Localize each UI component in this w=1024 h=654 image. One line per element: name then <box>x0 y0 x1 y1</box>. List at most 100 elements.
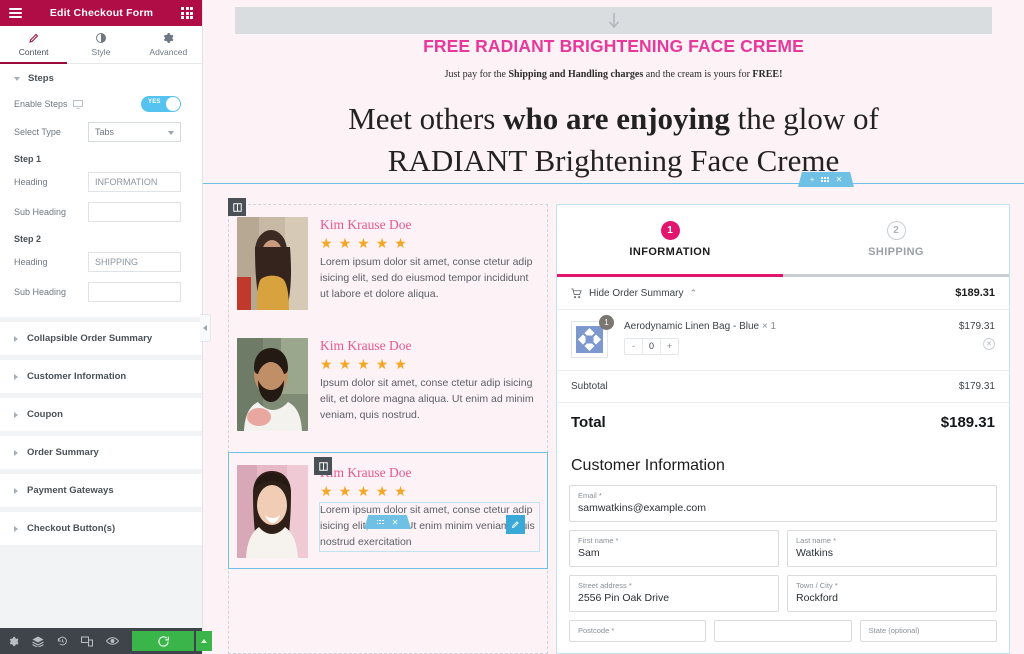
field-value: samwatkins@example.com <box>578 502 706 514</box>
plus-icon[interactable]: + <box>810 175 815 184</box>
control-step1-subheading: Sub Heading <box>0 197 202 227</box>
tab-content[interactable]: Content <box>0 26 68 64</box>
preview-eye-icon[interactable] <box>106 636 119 646</box>
total-row: Total $189.31 <box>557 402 1009 443</box>
star-icon: ★ <box>320 235 333 251</box>
remove-product-button[interactable]: ✕ <box>983 338 995 350</box>
section-order-summary[interactable]: Order Summary <box>0 436 202 469</box>
progress-fill <box>557 274 783 277</box>
checkout-form-widget[interactable]: 1 INFORMATION 2 SHIPPING Hide Order Summ… <box>556 204 1010 654</box>
field-value: 2556 Pin Oak Drive <box>578 592 670 604</box>
checkout-steps-tabs: 1 INFORMATION 2 SHIPPING <box>557 205 1009 274</box>
responsive-mode-icon[interactable] <box>81 636 93 647</box>
testimonial-item[interactable]: Kim Krause Doe ★ ★ ★ ★ ★ Lorem ipsum dol… <box>229 211 547 320</box>
step2-heading-label: Heading <box>14 257 48 267</box>
widget-edit-handle[interactable]: ✕ <box>364 515 411 529</box>
order-summary-toggle[interactable]: Hide Order Summary ⌃ $189.31 <box>557 277 1009 310</box>
step1-heading-input[interactable]: INFORMATION <box>88 172 181 192</box>
field-label: State (optional) <box>868 626 920 635</box>
widget-handle-selected[interactable] <box>314 457 332 475</box>
progress-rest <box>783 274 1009 277</box>
navigator-layers-icon[interactable] <box>32 636 44 647</box>
section-collapsible-order-summary[interactable]: Collapsible Order Summary <box>0 322 202 355</box>
toggle-knob <box>166 97 180 111</box>
section-edit-handle[interactable]: + ✕ <box>798 172 854 187</box>
enable-steps-label: Enable Steps <box>14 99 141 109</box>
section-coupon[interactable]: Coupon <box>0 398 202 431</box>
caret-right-icon <box>14 411 18 418</box>
section-customer-information[interactable]: Customer Information <box>0 360 202 393</box>
town-city-field[interactable]: Town / City * Rockford <box>787 575 997 612</box>
heading-post: the glow of <box>729 101 879 136</box>
step1-group-label: Step 1 <box>14 154 42 164</box>
update-button[interactable] <box>132 631 194 651</box>
testimonial-item-selected[interactable]: Kim Krause Doe ★ ★ ★ ★ ★ Lorem ipsum dol… <box>228 452 548 569</box>
dots-grid-icon[interactable] <box>821 177 829 182</box>
country-field[interactable] <box>714 620 852 642</box>
last-name-field[interactable]: Last name * Watkins <box>787 530 997 567</box>
qty-input[interactable]: 0 <box>642 339 661 354</box>
panel-collapse-handle[interactable] <box>200 314 211 342</box>
hero-sub-bold: Shipping and Handling charges <box>508 69 644 80</box>
enable-steps-toggle[interactable]: YES <box>141 96 181 112</box>
section-payment-gateways[interactable]: Payment Gateways <box>0 474 202 507</box>
product-name-row: Aerodynamic Linen Bag - Blue × 1 <box>624 321 959 332</box>
inline-edit-button[interactable] <box>506 515 525 534</box>
star-icon: ★ <box>338 483 352 499</box>
customer-information-title: Customer Information <box>571 457 725 474</box>
testimonial-name: Kim Krause Doe <box>320 465 412 480</box>
tab-advanced[interactable]: Advanced <box>135 26 202 63</box>
quantity-stepper[interactable]: - 0 + <box>624 338 679 355</box>
pencil-icon <box>28 33 38 43</box>
testimonials-column[interactable]: Kim Krause Doe ★ ★ ★ ★ ★ Lorem ipsum dol… <box>228 198 548 654</box>
hero-subtitle: Just pay for the Shipping and Handling c… <box>203 69 1024 80</box>
state-field[interactable]: State (optional) <box>859 620 997 642</box>
panel-controls: Steps Enable Steps YES Select Type Tabs … <box>0 64 202 628</box>
publish-options-button[interactable] <box>196 631 212 651</box>
product-thumbnail[interactable]: 1 <box>571 315 614 358</box>
section-steps-header[interactable]: Steps <box>0 64 202 91</box>
hero-heading-line2: RADIANT Brightening Face Creme <box>387 142 840 178</box>
step1-subheading-input[interactable] <box>88 202 181 222</box>
bearded-man-photo <box>237 338 308 431</box>
product-quantity-badge: 1 <box>599 315 614 330</box>
testimonial-item[interactable]: Kim Krause Doe ★ ★ ★ ★ ★ Ipsum dolor sit… <box>229 320 547 441</box>
chevron-up-icon: ⌃ <box>689 287 698 298</box>
section-checkout-buttons[interactable]: Checkout Button(s) <box>0 512 202 545</box>
history-icon[interactable] <box>57 636 68 647</box>
hamburger-menu-icon[interactable] <box>9 8 22 18</box>
dots-grid-icon[interactable] <box>376 519 384 525</box>
email-field[interactable]: Email * samwatkins@example.com <box>569 485 997 522</box>
desktop-icon[interactable] <box>72 99 83 109</box>
tab-style[interactable]: Style <box>67 26 134 63</box>
select-type-dropdown[interactable]: Tabs <box>88 122 181 142</box>
settings-gear-icon[interactable] <box>8 636 19 647</box>
field-label: Town / City * <box>796 581 838 590</box>
postcode-field[interactable]: Postcode * <box>569 620 707 642</box>
step-label: INFORMATION <box>629 246 711 258</box>
step2-subheading-input[interactable] <box>88 282 181 302</box>
step-number-badge: 2 <box>886 221 906 240</box>
section-label: Customer Information <box>27 371 127 382</box>
panel-title: Edit Checkout Form <box>49 7 154 19</box>
grid-apps-icon[interactable] <box>181 7 193 19</box>
step-number-badge: 1 <box>660 221 680 240</box>
control-select-type: Select Type Tabs <box>0 117 202 147</box>
qty-increase-button[interactable]: + <box>661 339 678 354</box>
first-name-field[interactable]: First name * Sam <box>569 530 779 567</box>
subtotal-value: $179.31 <box>958 381 995 392</box>
product-qty-text: × 1 <box>761 321 777 332</box>
close-x-icon[interactable]: ✕ <box>836 175 843 184</box>
tab-shipping[interactable]: 2 SHIPPING <box>783 205 1009 274</box>
caret-right-icon <box>14 449 18 456</box>
testimonial-text: Ipsum dolor sit amet, conse ctetur adip … <box>320 377 534 421</box>
section-label: Collapsible Order Summary <box>27 333 153 344</box>
star-icon: ★ <box>320 356 333 372</box>
qty-decrease-button[interactable]: - <box>625 339 642 354</box>
close-x-icon[interactable]: ✕ <box>392 518 399 527</box>
street-address-field[interactable]: Street address * 2556 Pin Oak Drive <box>569 575 779 612</box>
field-label: Last name * <box>796 536 837 545</box>
step2-heading-input[interactable]: SHIPPING <box>88 252 181 272</box>
tab-information[interactable]: 1 INFORMATION <box>557 205 783 274</box>
column-handle-testimonials[interactable] <box>228 198 246 216</box>
